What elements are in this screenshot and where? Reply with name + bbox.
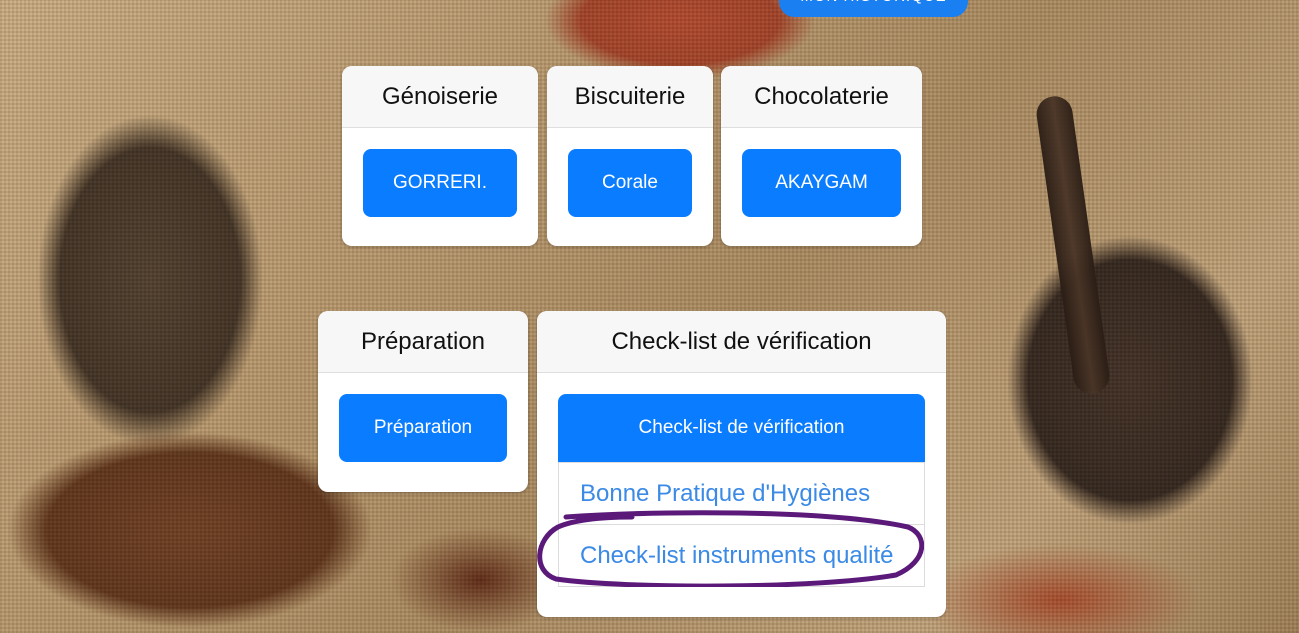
checklist-dropdown-menu: Bonne Pratique d'Hygiènes Check-list ins… xyxy=(558,462,925,587)
menu-item-hygiene[interactable]: Bonne Pratique d'Hygiènes xyxy=(559,463,924,524)
card-title: Biscuiterie xyxy=(547,66,713,128)
card-preparation: Préparation Préparation xyxy=(318,311,528,492)
card-checklist: Check-list de vérification Check-list de… xyxy=(537,311,946,617)
biscuiterie-button[interactable]: Corale xyxy=(568,149,692,217)
card-title: Check-list de vérification xyxy=(537,311,946,373)
preparation-button[interactable]: Préparation xyxy=(339,394,507,462)
menu-item-instruments-qualite[interactable]: Check-list instruments qualité xyxy=(559,524,924,586)
card-chocolaterie: Chocolaterie AKAYGAM xyxy=(721,66,922,246)
history-button[interactable]: MON HISTORIQUE xyxy=(779,0,968,17)
card-title: Génoiserie xyxy=(342,66,538,128)
card-title: Chocolaterie xyxy=(721,66,922,128)
checklist-dropdown-button[interactable]: Check-list de vérification xyxy=(558,394,925,462)
card-genoiserie: Génoiserie GORRERI. xyxy=(342,66,538,246)
background-pestle xyxy=(1034,93,1112,397)
chocolaterie-button[interactable]: AKAYGAM xyxy=(742,149,901,217)
card-title: Préparation xyxy=(318,311,528,373)
card-biscuiterie: Biscuiterie Corale xyxy=(547,66,713,246)
genoiserie-button[interactable]: GORRERI. xyxy=(363,149,517,217)
